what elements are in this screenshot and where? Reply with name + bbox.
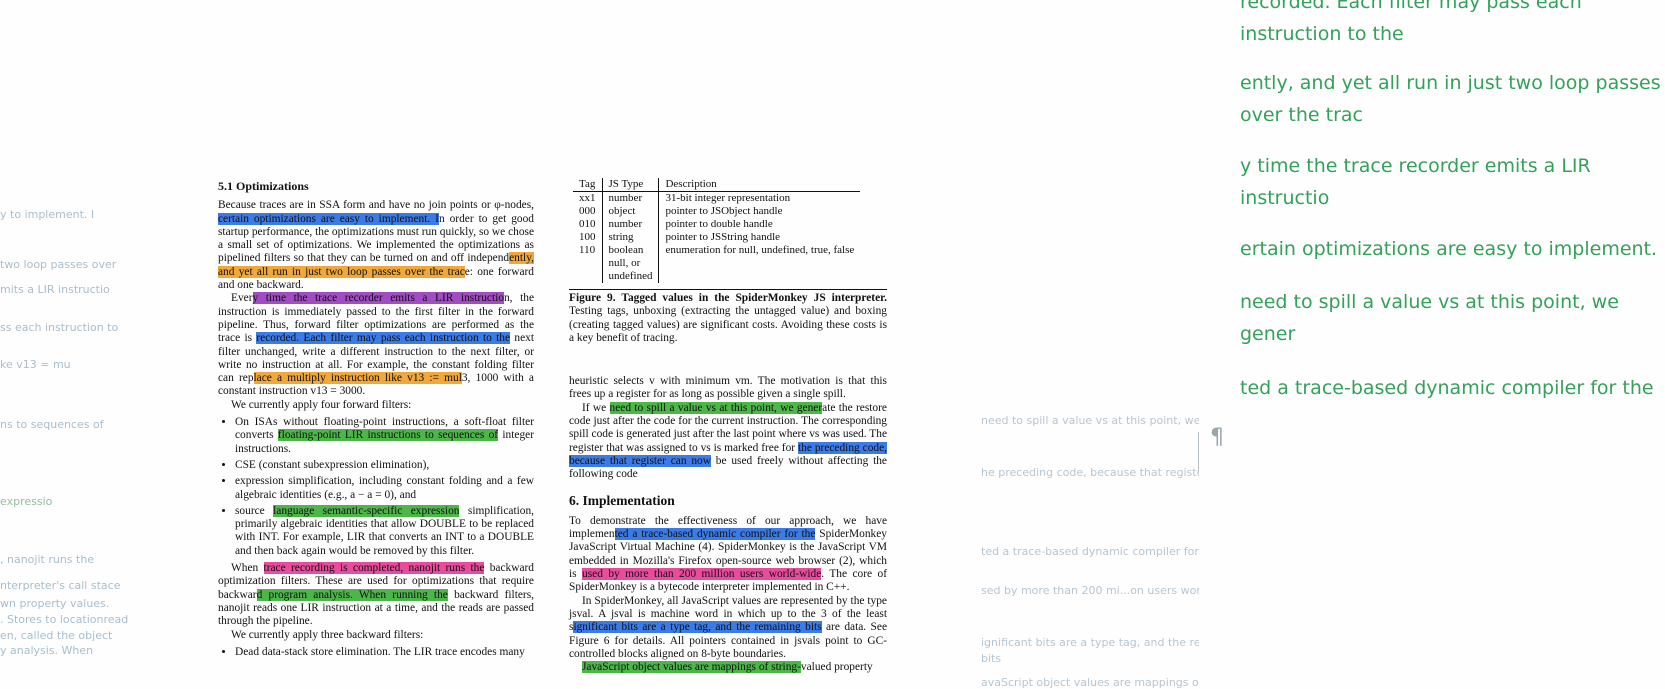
table-cell: string [602,231,660,244]
list-item: On ISAs without floating-point instructi… [235,416,534,456]
paragraph: We currently apply four forward filters: [231,398,412,411]
table-row: 100 string pointer to JSString handle [573,231,860,244]
list-item: CSE (constant subexpression elimination)… [235,459,534,472]
cursor-line [1198,432,1199,472]
highlight-green[interactable]: JavaScript object values are mappings of… [582,661,801,674]
mid-annotation[interactable]: need to spill a value vs at this point, … [981,414,1199,427]
mid-annotation[interactable]: he preceding code, because that registe [981,466,1199,479]
ghost-annotation: ns to sequences of [0,418,104,431]
table-cell: object [602,205,660,218]
table-cell: boolean null, or undefined [602,244,660,283]
table-body: xx1 number 31-bit integer representation 00… [573,191,860,283]
highlight-green[interactable]: floating-point LIR instructions to seque… [277,429,499,442]
paragraph: heuristic selects v with minimum vm. The… [569,375,887,401]
ghost-annotation: nterpreter's call stace [0,579,121,592]
paper-column-left: 5.1 Optimizations Because traces are in … [218,179,534,663]
highlight-pink[interactable]: used by more than 200 million users worl… [582,568,822,581]
bullet-list: Dead data-stack store elimination. The L… [218,646,534,659]
paragraph: When trace recording is completed, nanoj… [218,562,534,628]
highlight-purple[interactable]: y time the trace recorder emits a LIR in… [252,292,504,305]
highlight-note[interactable]: ertain optimizations are easy to impleme… [1240,233,1665,265]
text: When [231,562,264,575]
figure-caption: Testing tags, unboxing (extracting the u… [569,305,887,344]
highlight-note[interactable]: ently, and yet all run in just two loop … [1240,67,1665,131]
highlight-green[interactable]: d program analysis. When running the [256,588,448,601]
list-item: source language semantic-specific expres… [235,504,534,558]
text: source [235,504,274,517]
ghost-annotation: . Stores to locationread [0,613,129,626]
figure-caption-title: Figure 9. Tagged values in the SpiderMon… [569,292,887,304]
table-cell: 31-bit integer representation [665,192,791,204]
table-cell: 110 [573,244,603,283]
ghost-annotation: ke v13 = mu [0,358,71,371]
table-cell: 000 [573,205,603,218]
text: If we [582,401,610,414]
mid-annotation[interactable]: bits [981,652,1199,665]
table-cell: 010 [573,218,603,231]
paragraph: JavaScript object values are mappings of… [569,661,887,674]
highlight-note[interactable]: need to spill a value vs at this point, … [1240,286,1665,350]
paragraph: In SpiderMonkey, all JavaScript values a… [569,595,887,661]
mid-annotation[interactable]: ted a trace-based dynamic compiler for [981,545,1199,558]
table-cell: number [602,218,660,231]
paragraph: Every time the trace recorder emits a LI… [218,292,534,398]
ghost-annotation: ss each instruction to [0,321,119,334]
text: Ever [231,292,253,305]
table-header: Description [658,178,861,192]
ghost-annotation: wn property values. [0,597,110,610]
section-title: 5.1 Optimizations [218,179,309,193]
highlight-note[interactable]: y time the trace recorder emits a LIR in… [1240,150,1665,214]
text: valued property [800,661,873,674]
table-row: 110 boolean null, or undefined enumeration… [573,244,860,283]
ghost-annotation: two loop passes over [0,258,117,271]
table-header: JS Type [602,178,660,192]
bullet-list: On ISAs without floating-point instructi… [218,416,534,558]
highlight-green[interactable]: need to spill a value vs at this point, … [609,401,823,414]
table-cell: pointer to JSString handle [665,231,781,243]
table-cell: xx1 [573,191,603,205]
ghost-annotation: mits a LIR instructio [0,283,110,296]
figure-rule: Figure 9. Tagged values in the SpiderMon… [569,289,887,345]
mid-annotation[interactable]: ignificant bits are a type tag, and the … [981,636,1199,649]
section-heading: 6. Implementation [569,492,675,508]
pilcrow-icon: ¶ [1210,425,1224,450]
table-cell: enumeration for null, undefined, true, f… [665,244,855,256]
highlight-note[interactable]: ted a trace-based dynamic compiler for t… [1240,372,1665,404]
list-item: expression simplification, including con… [235,475,534,502]
ghost-annotation: , nanojit runs the [0,553,95,566]
mid-annotation[interactable]: avaScript object values are mappings of [981,676,1199,689]
table-cell: number [602,191,660,205]
highlight-pink[interactable]: trace recording is completed, nanojit ru… [263,562,485,575]
text: Because traces are in SSA form and have … [218,199,534,212]
paragraph: To demonstrate the effectiveness of our … [569,515,887,595]
ghost-annotation: y analysis. When [0,644,94,657]
highlight-green[interactable]: language semantic-specific expression [273,504,460,517]
ghost-annotation: expressio [0,495,53,508]
table-row: 010 number pointer to double handle [573,218,860,231]
table-header: Tag [573,178,603,192]
mid-annotation[interactable]: sed by more than 200 mi...on users wor [981,584,1199,597]
table-cell: 100 [573,231,603,244]
highlight-orange[interactable]: lace a multiply instruction like v13 := … [253,372,462,385]
list-item: Dead data-stack store elimination. The L… [235,646,534,659]
paragraph: Because traces are in SSA form and have … [218,199,534,292]
ghost-annotation: y to implement. I [0,208,95,221]
highlight-blue[interactable]: ted a trace-based dynamic compiler for t… [614,528,816,541]
highlight-blue[interactable]: certain optimizations are easy to implem… [218,212,439,225]
tag-table: Tag JS Type Description xx1 number 31-bit … [573,178,861,283]
highlight-blue[interactable]: recorded. Each filter may pass each inst… [256,332,511,345]
table-row: xx1 number 31-bit integer representation [573,191,860,205]
table-cell: pointer to JSObject handle [665,205,783,217]
highlight-blue[interactable]: ignificant bits are a type tag, and the … [573,621,822,634]
highlight-note[interactable]: recorded. Each filter may pass each inst… [1240,0,1665,50]
ghost-annotation: en, called the object [0,629,113,642]
paper-column-right: Tag JS Type Description xx1 number 31-bit … [569,178,887,674]
table-row: 000 object pointer to JSObject handle [573,205,860,218]
table-cell: pointer to double handle [665,218,773,230]
paragraph: If we need to spill a value vs at this p… [569,401,887,482]
paragraph: We currently apply three backward filter… [231,628,424,641]
